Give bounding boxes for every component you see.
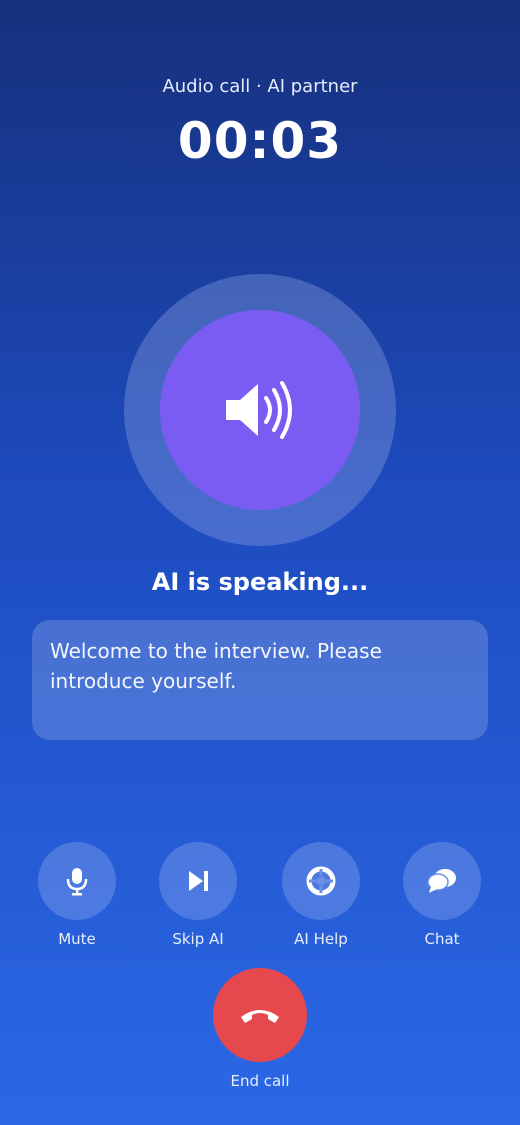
mute-button[interactable] bbox=[38, 842, 116, 920]
call-type-label: Audio call · AI partner bbox=[162, 76, 358, 97]
skip-ai-button[interactable] bbox=[159, 842, 237, 920]
mute-label: Mute bbox=[58, 930, 96, 948]
skip-next-icon bbox=[189, 871, 208, 891]
end-call-button[interactable] bbox=[213, 968, 307, 1062]
end-call-control[interactable]: End call bbox=[210, 968, 310, 1090]
ai-help-label: AI Help bbox=[294, 930, 348, 948]
chat-control[interactable]: Chat bbox=[392, 842, 492, 948]
lifebuoy-icon bbox=[306, 866, 336, 896]
hang-up-icon bbox=[241, 1010, 279, 1023]
end-call-label: End call bbox=[230, 1072, 290, 1090]
speaker-volume-icon bbox=[226, 381, 292, 439]
transcript-box: Welcome to the interview. Please introdu… bbox=[32, 620, 488, 740]
mute-control[interactable]: Mute bbox=[27, 842, 127, 948]
skip-ai-label: Skip AI bbox=[172, 930, 224, 948]
skip-ai-control[interactable]: Skip AI bbox=[148, 842, 248, 948]
ai-help-control[interactable]: AI Help bbox=[271, 842, 371, 948]
call-timer: 00:03 bbox=[177, 112, 343, 170]
transcript-text: Welcome to the interview. Please introdu… bbox=[50, 639, 382, 693]
ai-help-button[interactable] bbox=[282, 842, 360, 920]
speaking-status: AI is speaking... bbox=[151, 568, 369, 596]
speaker-indicator bbox=[160, 310, 360, 510]
chat-bubbles-icon bbox=[427, 869, 456, 893]
chat-button[interactable] bbox=[403, 842, 481, 920]
chat-label: Chat bbox=[424, 930, 460, 948]
microphone-icon bbox=[66, 868, 88, 896]
